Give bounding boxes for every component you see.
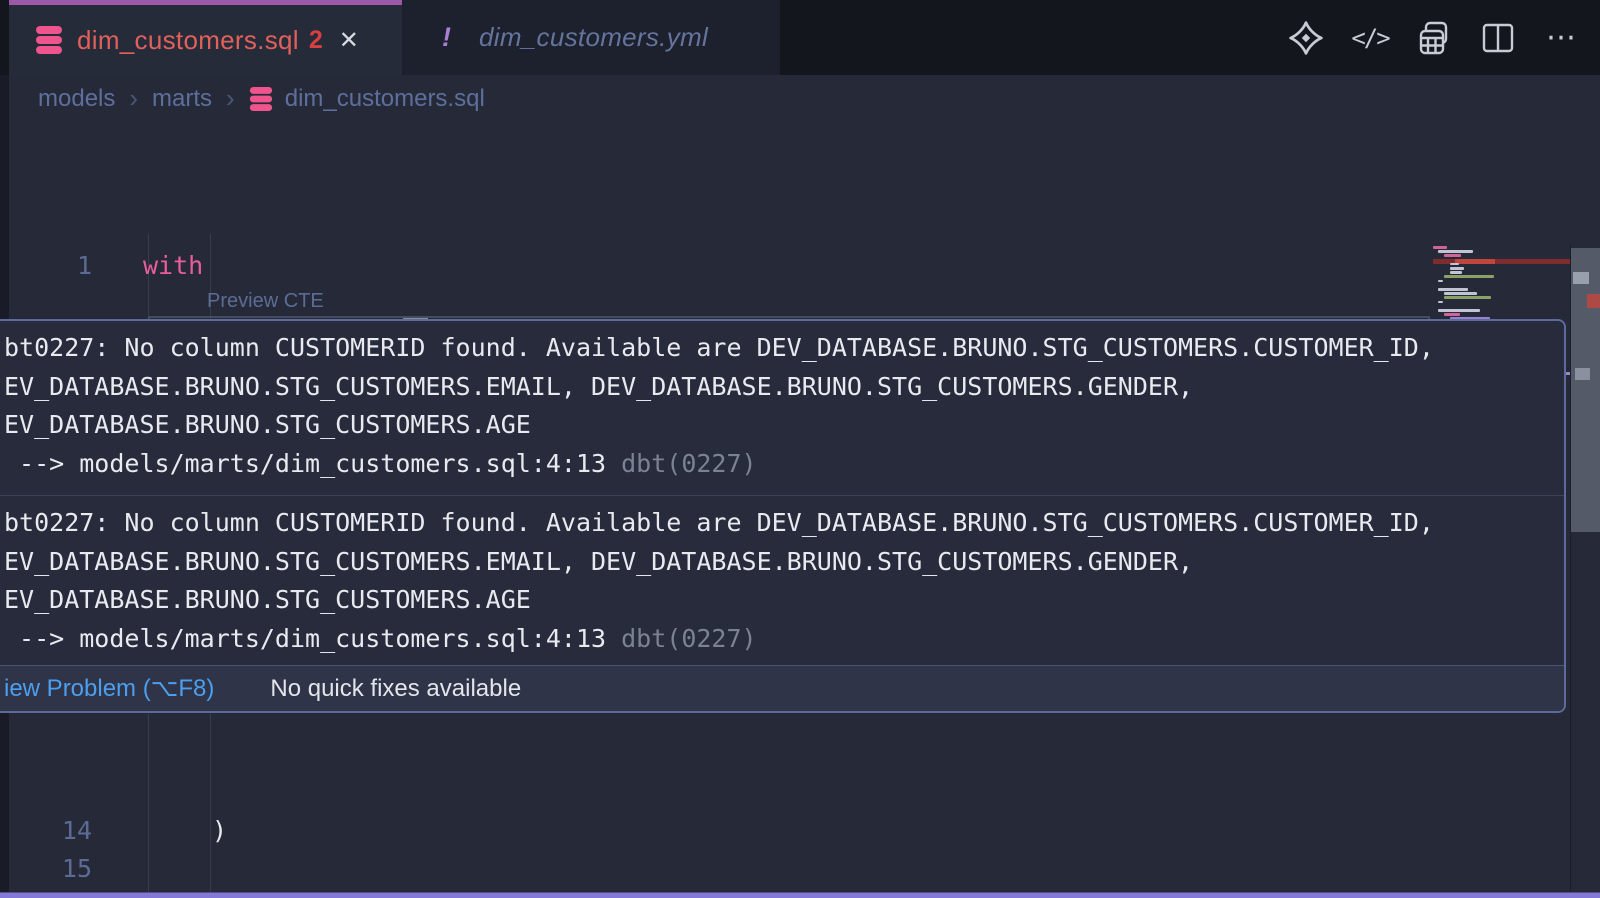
- overview-mark: [1575, 368, 1590, 380]
- minimap-code-row: [1450, 271, 1462, 274]
- no-quick-fixes-label: No quick fixes available: [270, 675, 521, 703]
- database-icon: [35, 25, 63, 55]
- overview-error-mark: [1587, 294, 1600, 308]
- line-number: 15: [0, 849, 92, 888]
- minimap-code-row: [1450, 263, 1459, 266]
- code-line-14[interactable]: 14): [0, 811, 1600, 850]
- overview-mark: [1573, 272, 1589, 284]
- minimap-code-row: [1438, 301, 1443, 304]
- breadcrumb-item-file[interactable]: dim_customers.sql: [285, 85, 485, 113]
- diagnostic-source: dbt(0227): [606, 624, 757, 653]
- minimap-code-row: [1444, 296, 1491, 299]
- minimap-code-row: [1433, 246, 1447, 249]
- scrollbar-thumb[interactable]: [1571, 248, 1600, 532]
- dbt-preview-icon[interactable]: [1286, 18, 1326, 58]
- line-number: 14: [0, 811, 92, 850]
- tab-dim-customers-sql[interactable]: dim_customers.sql 2 ✕: [9, 0, 402, 75]
- chevron-right-icon: ›: [129, 83, 138, 114]
- problem-count-badge: 2: [309, 26, 323, 55]
- tab-label: dim_customers.yml: [479, 22, 708, 53]
- editor-window: dim_customers.sql 2 ✕ ! dim_customers.ym…: [0, 0, 1600, 898]
- diagnostic-source: dbt(0227): [606, 449, 757, 478]
- bottom-accent-bar: [0, 892, 1600, 898]
- code-line-15[interactable]: 15: [0, 849, 1600, 888]
- minimap-code-row: [1444, 254, 1461, 257]
- breadcrumb-item-models[interactable]: models: [38, 85, 115, 113]
- minimap-code-row: [1438, 309, 1480, 312]
- minimap-code-row: [1438, 288, 1468, 291]
- tab-bar: dim_customers.sql 2 ✕ ! dim_customers.ym…: [0, 0, 1600, 75]
- breadcrumb: models › marts › dim_customers.sql: [0, 75, 1600, 122]
- popup-footer: iew Problem (⌥F8) No quick fixes availab…: [0, 665, 1564, 711]
- copy-table-icon[interactable]: [1414, 18, 1454, 58]
- minimap-code-row: [1438, 280, 1443, 283]
- split-editor-icon[interactable]: [1478, 18, 1518, 58]
- database-icon: [249, 86, 273, 112]
- compile-code-icon[interactable]: </>: [1350, 18, 1390, 58]
- code-text: ): [212, 811, 227, 850]
- tab-dim-customers-yml[interactable]: ! dim_customers.yml: [402, 0, 780, 75]
- code-text: with: [143, 246, 203, 285]
- close-icon[interactable]: ✕: [339, 26, 359, 55]
- error-hover-popup: bt0227: No column CUSTOMERID found. Avai…: [0, 319, 1566, 713]
- minimap-code-row: [1444, 313, 1460, 316]
- diagnostic-message: bt0227: No column CUSTOMERID found. Avai…: [0, 495, 1564, 670]
- codelens-preview-cte[interactable]: Preview CTE: [207, 288, 324, 314]
- code-line-1[interactable]: 1 with: [0, 246, 1600, 285]
- line-number: 1: [0, 246, 92, 285]
- minimap-code-row: [1438, 250, 1473, 253]
- breadcrumb-item-marts[interactable]: marts: [152, 85, 212, 113]
- minimap-code-row: [1444, 292, 1477, 295]
- minimap-code-row: [1444, 275, 1494, 278]
- editor-toolbar: </> ⋯: [1286, 0, 1582, 75]
- minimap-code-row: [1450, 267, 1464, 270]
- tab-label: dim_customers.sql: [77, 25, 299, 56]
- diagnostic-message: bt0227: No column CUSTOMERID found. Avai…: [0, 321, 1564, 495]
- warning-marker-icon: !: [442, 22, 451, 53]
- view-problem-link[interactable]: iew Problem (⌥F8): [4, 674, 214, 703]
- chevron-right-icon: ›: [226, 83, 235, 114]
- more-actions-icon[interactable]: ⋯: [1542, 18, 1582, 58]
- scrollbar[interactable]: [1570, 244, 1600, 898]
